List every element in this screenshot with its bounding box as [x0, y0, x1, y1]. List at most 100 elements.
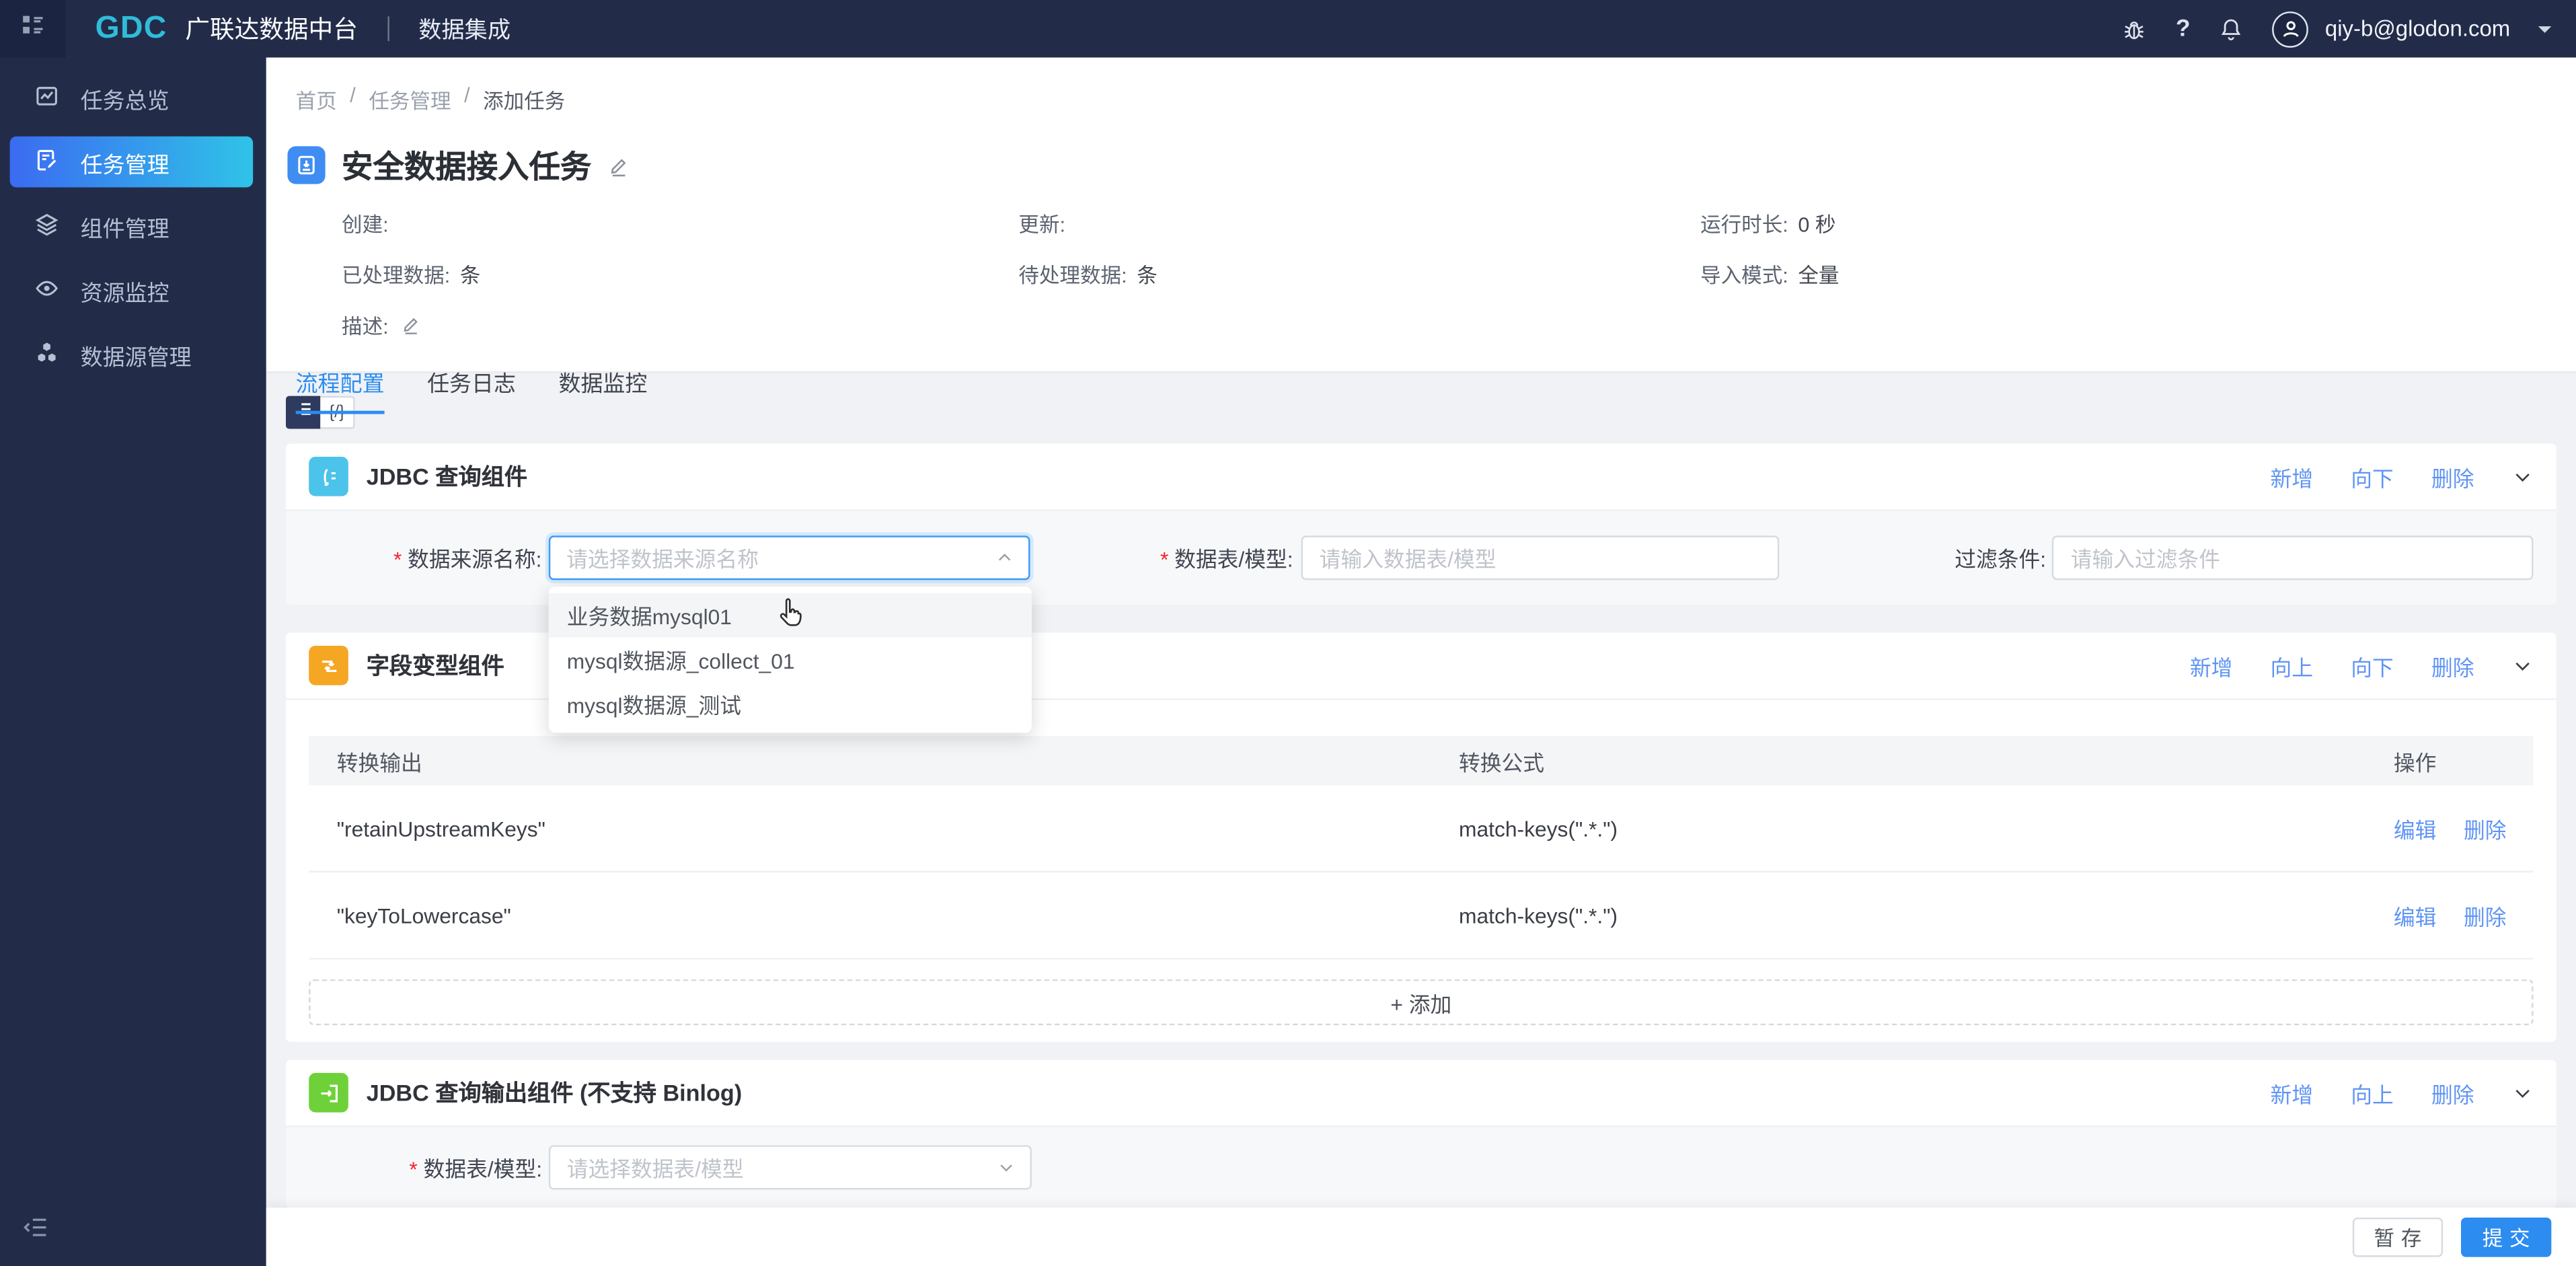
move-down-link[interactable]: 向下: [2351, 461, 2394, 492]
bell-icon[interactable]: [2218, 15, 2244, 42]
add-component-link[interactable]: 新增: [2271, 1077, 2314, 1108]
section-actions: 新增 向上 删除: [2271, 1077, 2534, 1108]
transform-output-cell: "retainUpstreamKeys": [336, 815, 545, 841]
info-processed: 已处理数据: 条: [342, 264, 481, 288]
flow-config-panel: {/} JDBC 查询组件 新增 向下 删除 * 数据来源名称: 请选择数据来源…: [266, 373, 2576, 1208]
user-email[interactable]: qiy-b@glodon.com: [2325, 16, 2510, 41]
collapse-section-icon[interactable]: [2512, 655, 2534, 676]
section-title: 字段变型组件: [366, 652, 504, 679]
task-manage-icon: [34, 147, 59, 177]
sidebar-item-task-manage[interactable]: 任务管理: [9, 136, 254, 188]
section-actions: 新增 向下 删除: [2271, 461, 2534, 492]
move-up-link[interactable]: 向上: [2271, 650, 2314, 681]
move-down-link[interactable]: 向下: [2351, 650, 2394, 681]
filter-condition-label: 过滤条件:: [1955, 547, 2047, 572]
section-title: JDBC 查询组件: [366, 463, 528, 490]
help-icon[interactable]: ?: [2176, 15, 2191, 42]
output-table-label: 数据表/模型:: [309, 1152, 542, 1183]
jdbc-output-section: JDBC 查询输出组件 (不支持 Binlog) 新增 向上 删除 数据表/模型…: [286, 1059, 2556, 1208]
app-header: GDC 广联达数据中台 数据集成 ? qiy-b@glodon.com: [0, 0, 2576, 58]
field-transform-icon: [309, 645, 348, 685]
sidebar-item-components[interactable]: 组件管理: [0, 194, 266, 258]
collapse-section-icon[interactable]: [2512, 1082, 2534, 1103]
transform-table-wrap: 转换输出 转换公式 操作 "retainUpstreamKeys" match-…: [286, 700, 2556, 1042]
dashboard-icon: [34, 83, 59, 112]
edit-title-icon[interactable]: [608, 153, 631, 176]
chevron-up-icon: [996, 549, 1014, 567]
move-up-link[interactable]: 向上: [2351, 1077, 2394, 1108]
jdbc-query-icon: [309, 457, 348, 496]
hand-cursor-icon: [775, 597, 808, 638]
jdbc-output-header: JDBC 查询输出组件 (不支持 Binlog) 新增 向上 删除: [286, 1059, 2556, 1127]
sidebar-collapse-icon[interactable]: [23, 1214, 49, 1248]
page-title: 安全数据接入任务: [342, 151, 592, 186]
section-actions: 新增 向上 向下 删除: [2190, 650, 2534, 681]
info-runtime: 运行时长: 0 秒: [1700, 213, 1836, 237]
header-right: ? qiy-b@glodon.com: [2121, 10, 2552, 47]
submit-button[interactable]: 提交: [2460, 1217, 2552, 1257]
edit-row-link[interactable]: 编辑: [2394, 905, 2437, 930]
tab-task-log[interactable]: 任务日志: [427, 365, 516, 414]
delete-component-link[interactable]: 删除: [2431, 461, 2474, 492]
sidebar-item-monitor[interactable]: 资源监控: [0, 258, 266, 322]
edit-row-link[interactable]: 编辑: [2394, 817, 2437, 842]
delete-component-link[interactable]: 删除: [2431, 650, 2474, 681]
task-title-row: 安全数据接入任务: [287, 143, 2556, 188]
dropdown-option[interactable]: mysql数据源_collect_01: [549, 638, 1032, 682]
breadcrumb: 首页 / 任务管理 / 添加任务: [296, 57, 2556, 114]
task-import-icon: [287, 146, 326, 184]
col-operations: 操作: [2393, 750, 2437, 775]
module-name: 数据集成: [418, 15, 511, 42]
tab-flow-config[interactable]: 流程配置: [295, 365, 385, 414]
sidebar-item-label: 数据源管理: [80, 344, 192, 369]
user-avatar[interactable]: [2272, 10, 2309, 47]
breadcrumb-task-manage[interactable]: 任务管理: [369, 84, 451, 115]
datasource-name-select[interactable]: 请选择数据来源名称: [548, 535, 1031, 581]
add-component-link[interactable]: 新增: [2271, 461, 2314, 492]
transform-formula-cell: match-keys(".*."): [1459, 903, 1618, 928]
jdbc-query-header: JDBC 查询组件 新增 向下 删除: [286, 444, 2556, 511]
info-import-mode: 导入模式: 全量: [1700, 264, 1840, 288]
filter-condition-input[interactable]: 请输入过滤条件: [2052, 535, 2534, 581]
add-component-link[interactable]: 新增: [2190, 650, 2233, 681]
bug-icon[interactable]: [2121, 15, 2148, 42]
header-divider: [387, 16, 389, 42]
delete-component-link[interactable]: 删除: [2431, 1077, 2474, 1108]
sidebar-item-task-overview[interactable]: 任务总览: [0, 66, 266, 130]
delete-row-link[interactable]: 删除: [2464, 817, 2507, 842]
datasource-name-label: 数据来源名称:: [309, 542, 541, 573]
datasource-dropdown: 业务数据mysql01 mysql数据源_collect_01 mysql数据源…: [548, 587, 1032, 733]
info-pending: 待处理数据: 条: [1018, 264, 1158, 288]
output-table-select[interactable]: 请选择数据表/模型: [548, 1145, 1032, 1190]
dropdown-option[interactable]: 业务数据mysql01: [548, 593, 1032, 638]
task-info: 创建: 更新: 运行时长: 0 秒 已处理数据: 条 待处理数据: 条 导入模式…: [342, 207, 2556, 340]
sidebar-item-label: 任务管理: [80, 151, 169, 177]
chevron-down-icon[interactable]: [2538, 25, 2552, 39]
collapse-section-icon[interactable]: [2512, 466, 2534, 487]
gdc-logo: GDC: [95, 10, 167, 46]
table-row: "keyToLowercase" match-keys(".*.") 编辑 删除: [309, 872, 2534, 960]
breadcrumb-home[interactable]: 首页: [296, 84, 337, 115]
data-table-input[interactable]: 请输入数据表/模型: [1301, 535, 1779, 581]
add-transform-button[interactable]: + 添加: [309, 979, 2534, 1026]
delete-row-link[interactable]: 删除: [2464, 905, 2507, 930]
col-transform-formula: 转换公式: [1459, 750, 1545, 775]
edit-description-icon[interactable]: [402, 314, 423, 336]
sidebar-item-label: 组件管理: [80, 216, 169, 241]
layout-grid-icon: [20, 11, 46, 46]
breadcrumb-separator: /: [350, 83, 356, 107]
dropdown-option[interactable]: mysql数据源_测试: [549, 682, 1032, 727]
sidebar-item-datasource[interactable]: 数据源管理: [0, 322, 266, 386]
save-draft-button[interactable]: 暂存: [2352, 1217, 2444, 1257]
tab-data-monitor[interactable]: 数据监控: [558, 365, 647, 414]
footer-bar: 暂存 提交: [266, 1207, 2576, 1266]
jdbc-query-section: JDBC 查询组件 新增 向下 删除 数据来源名称: 请选择数据来源名称: [286, 443, 2556, 605]
chevron-down-icon: [997, 1158, 1016, 1177]
datasource-icon: [34, 339, 59, 369]
main-menu-button[interactable]: [0, 0, 66, 58]
jdbc-output-form: 数据表/模型: 请选择数据表/模型: [286, 1127, 2556, 1208]
breadcrumb-separator: /: [464, 83, 470, 107]
transform-output-cell: "keyToLowercase": [336, 903, 511, 928]
jdbc-output-icon: [309, 1073, 348, 1113]
sidebar-menu: 任务总览 任务管理 组件管理 资源监控 数据源管理: [0, 57, 266, 386]
